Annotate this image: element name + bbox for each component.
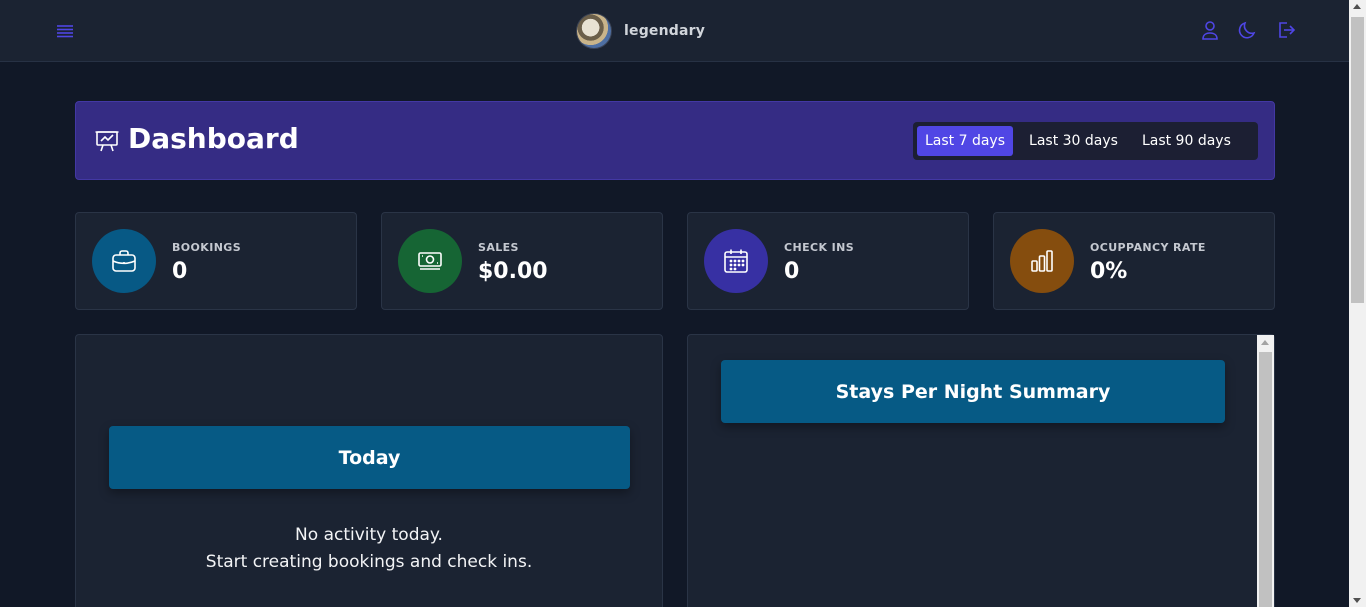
- today-panel: Today No activity today. Start creating …: [75, 334, 663, 607]
- stat-card-bookings: BOOKINGS 0: [75, 212, 357, 310]
- username: legendary: [624, 23, 706, 39]
- scroll-thumb[interactable]: [1259, 352, 1272, 607]
- stays-per-night-title: Stays Per Night Summary: [721, 360, 1225, 423]
- range-last-90-days[interactable]: Last 90 days: [1134, 126, 1239, 156]
- window-scrollbar[interactable]: [1349, 0, 1366, 607]
- bar-chart-icon: [1010, 229, 1074, 293]
- money-icon: [398, 229, 462, 293]
- scroll-thumb[interactable]: [1351, 17, 1364, 303]
- scroll-down-icon[interactable]: [1353, 598, 1361, 603]
- stat-label: CHECK INS: [784, 241, 855, 254]
- stat-card-check-ins: CHECK INS 0: [687, 212, 969, 310]
- stat-card-occupancy-rate: OCUPPANCY RATE 0%: [993, 212, 1275, 310]
- calendar-icon: [704, 229, 768, 293]
- stat-card-sales: SALES $0.00: [381, 212, 663, 310]
- date-range-selector: Last 7 days Last 30 days Last 90 days: [913, 122, 1258, 160]
- stat-value: 0: [172, 259, 188, 284]
- briefcase-icon: [92, 229, 156, 293]
- stat-value: $0.00: [478, 259, 548, 284]
- page-title: Dashboard: [128, 122, 299, 155]
- empty-message-line-1: No activity today.: [295, 525, 443, 545]
- empty-message-line-2: Start creating bookings and check ins.: [205, 552, 533, 572]
- user-profile[interactable]: legendary: [576, 13, 705, 49]
- dashboard-header: Dashboard Last 7 days Last 30 days Last …: [75, 101, 1275, 180]
- menu-icon[interactable]: [54, 20, 76, 42]
- range-last-7-days[interactable]: Last 7 days: [917, 126, 1014, 156]
- moon-icon[interactable]: [1237, 19, 1259, 41]
- logout-icon[interactable]: [1275, 19, 1297, 41]
- today-title: Today: [109, 426, 630, 489]
- user-icon[interactable]: [1199, 19, 1221, 41]
- scroll-up-icon[interactable]: [1353, 4, 1361, 9]
- range-last-30-days[interactable]: Last 30 days: [1021, 126, 1126, 156]
- stat-value: 0%: [1090, 259, 1128, 284]
- stays-per-night-panel: Stays Per Night Summary: [687, 334, 1275, 607]
- avatar[interactable]: [576, 13, 612, 49]
- panel-scrollbar[interactable]: [1257, 335, 1274, 607]
- presentation-chart-icon: [94, 128, 120, 154]
- stat-label: SALES: [478, 241, 519, 254]
- nav-actions: [1199, 19, 1297, 41]
- stat-label: OCUPPANCY RATE: [1090, 241, 1206, 254]
- scroll-up-icon[interactable]: [1261, 340, 1269, 345]
- stat-label: BOOKINGS: [172, 241, 242, 254]
- top-navbar: legendary: [0, 0, 1349, 62]
- stat-value: 0: [784, 259, 800, 284]
